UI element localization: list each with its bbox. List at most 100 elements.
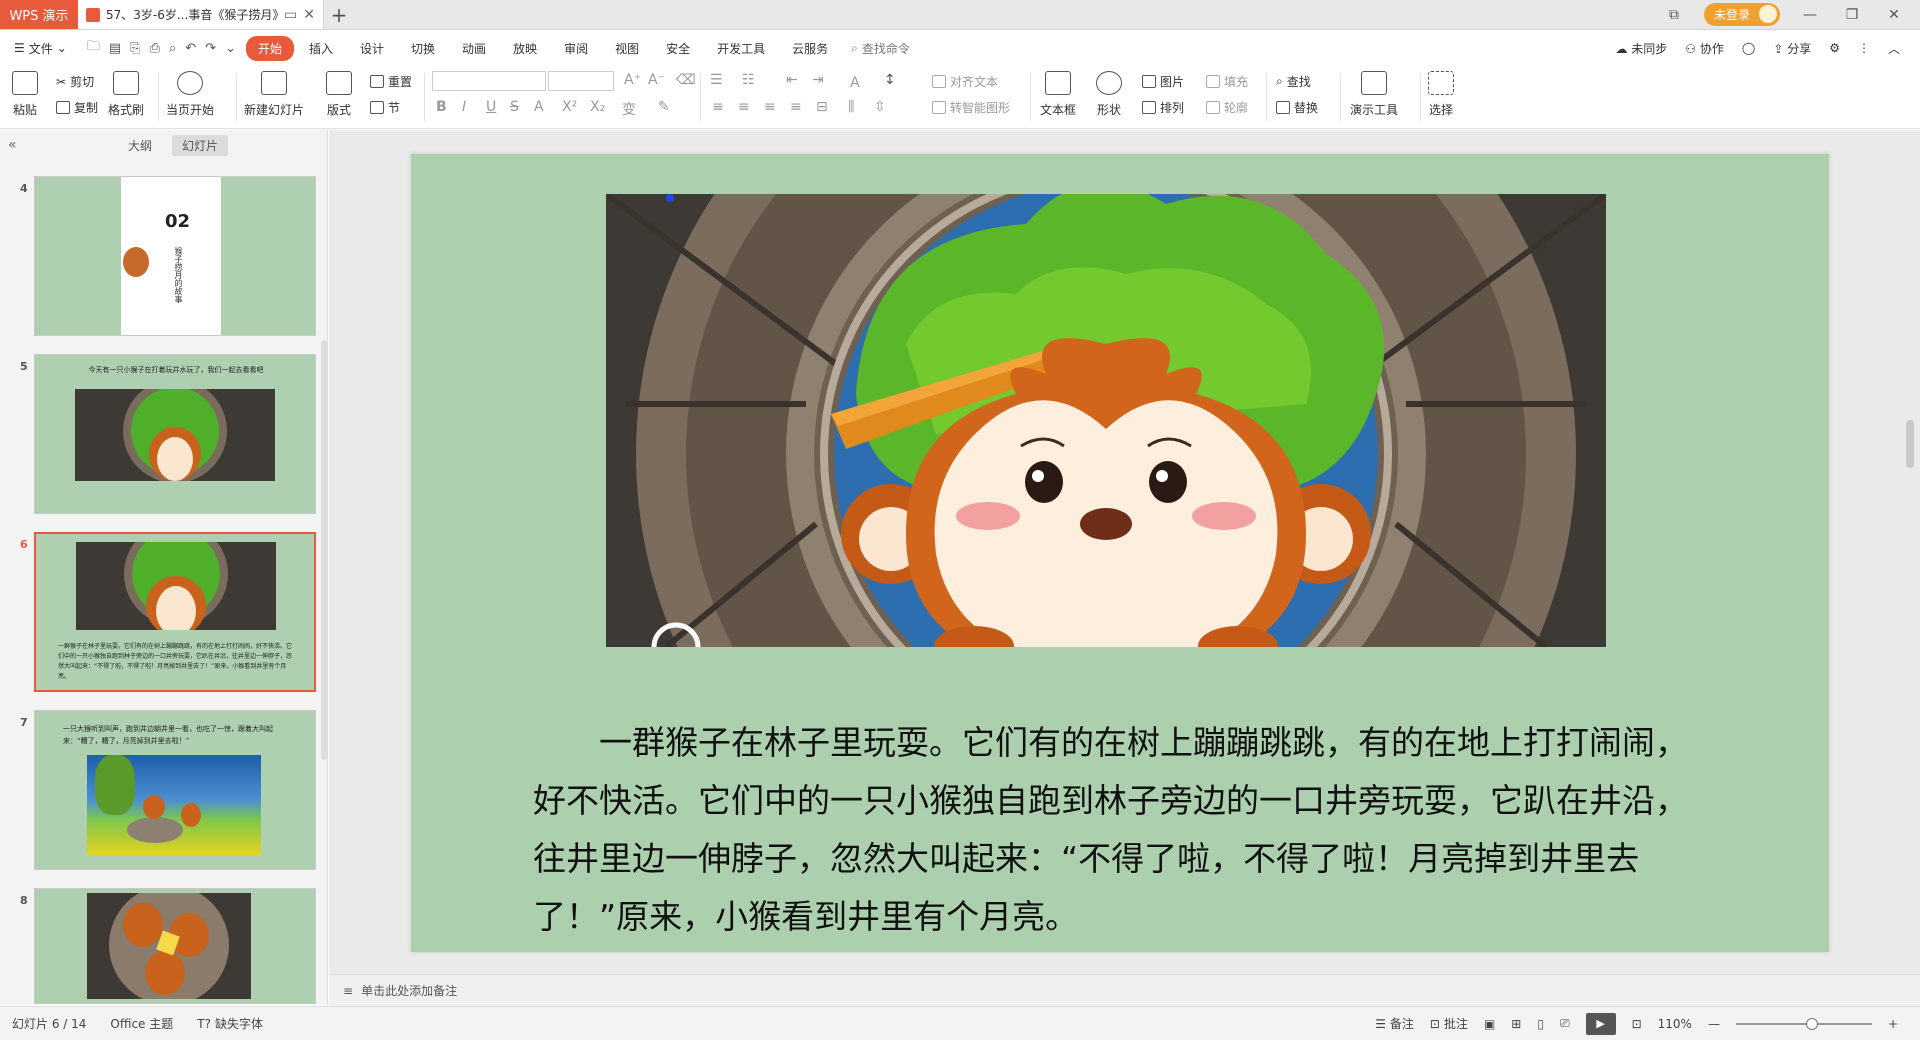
tab-2[interactable]: 设计	[348, 36, 396, 61]
more-icon[interactable]: ⋮	[1858, 41, 1870, 55]
new-slide-button[interactable]: 新建幻灯片	[244, 71, 304, 118]
text-direction-icon[interactable]: Ａ	[848, 72, 862, 92]
find-button[interactable]: ⌕ 查找	[1276, 73, 1311, 90]
font-color-icon[interactable]: A	[534, 99, 544, 115]
comment-icon[interactable]: ◯	[1742, 41, 1755, 55]
align-text-button[interactable]: 对齐文本	[932, 73, 998, 90]
highlight-icon[interactable]: ✎	[658, 99, 670, 115]
missing-font-button[interactable]: T? 缺失字体	[197, 1015, 263, 1032]
justify-icon[interactable]: ≡	[790, 99, 802, 115]
fill-button[interactable]: 填充	[1206, 73, 1248, 90]
tab-8[interactable]: 安全	[654, 36, 702, 61]
replace-button[interactable]: 替换	[1276, 99, 1318, 116]
strikethrough-icon[interactable]: S	[510, 99, 519, 115]
command-search[interactable]: ⌕ 查找命令	[851, 40, 910, 57]
slide-body-text[interactable]: 一群猴子在林子里玩耍。它们有的在树上蹦蹦跳跳，有的在地上打打闹闹，好不快活。它们…	[533, 714, 1703, 946]
tab-7[interactable]: 视图	[603, 36, 651, 61]
minimize-button[interactable]: —	[1798, 7, 1822, 23]
export-icon[interactable]: ⎘	[130, 41, 140, 56]
increase-indent-icon[interactable]: ⇥	[812, 72, 824, 88]
tab-1[interactable]: 插入	[297, 36, 345, 61]
document-tab[interactable]: 57、3岁-6岁...事音《猴子捞月》 ▭ ✕	[78, 0, 324, 29]
tab-4[interactable]: 动画	[450, 36, 498, 61]
open-icon[interactable]: 🗀	[87, 37, 100, 59]
section-button[interactable]: 节	[370, 99, 400, 116]
tab-6[interactable]: 审阅	[552, 36, 600, 61]
align-right-icon[interactable]: ≡	[764, 99, 776, 115]
tab-3[interactable]: 切换	[399, 36, 447, 61]
select-button[interactable]: 选择	[1428, 71, 1454, 118]
zoom-level[interactable]: 110%	[1658, 1017, 1692, 1031]
restore-button[interactable]: ❐	[1840, 7, 1864, 23]
presenter-icon[interactable]: ⎚	[1560, 1016, 1570, 1031]
textbox-button[interactable]: 文本框	[1040, 71, 1076, 118]
font-size-select[interactable]	[548, 71, 614, 91]
close-window-button[interactable]: ✕	[1882, 7, 1906, 23]
present-tools-button[interactable]: 演示工具	[1350, 71, 1398, 118]
collaborate-button[interactable]: ⚇ 协作	[1685, 40, 1724, 57]
format-painter-button[interactable]: 格式刷	[108, 71, 144, 118]
collapse-panel-icon[interactable]: «	[8, 137, 108, 153]
settings-icon[interactable]: ⚙	[1829, 41, 1840, 55]
superscript-icon[interactable]: X²	[562, 99, 577, 115]
tab-10[interactable]: 云服务	[780, 36, 840, 61]
slide-canvas[interactable]: 一群猴子在林子里玩耍。它们有的在树上蹦蹦跳跳，有的在地上打打闹闹，好不快活。它们…	[411, 154, 1829, 952]
file-menu[interactable]: ☰ 文件 ⌄	[12, 40, 77, 57]
play-slideshow-button[interactable]: ▶	[1585, 1012, 1616, 1035]
zoom-slider-knob[interactable]	[1805, 1017, 1818, 1030]
slide-sorter-icon[interactable]: ⊞	[1511, 1017, 1521, 1031]
font-name-select[interactable]	[432, 71, 546, 91]
cut-button[interactable]: ✂ 剪切	[56, 73, 94, 90]
copy-button[interactable]: 复制	[56, 99, 98, 116]
picture-button[interactable]: 图片	[1142, 73, 1184, 90]
redo-icon[interactable]: ↷	[205, 41, 216, 56]
bold-icon[interactable]: B	[436, 99, 447, 115]
tab-slides[interactable]: 幻灯片	[172, 134, 229, 156]
reading-view-icon[interactable]: ▯	[1537, 1017, 1544, 1031]
subscript-icon[interactable]: X₂	[590, 99, 605, 115]
panel-scrollbar[interactable]	[321, 340, 327, 760]
preview-icon[interactable]: ⌕	[169, 41, 176, 56]
outline-button[interactable]: 轮廓	[1206, 99, 1248, 116]
numbering-icon[interactable]: ☷	[742, 72, 755, 88]
tab-outline[interactable]: 大纲	[118, 135, 162, 156]
paragraph-spacing-icon[interactable]: ⇳	[874, 99, 886, 115]
tab-0[interactable]: 开始	[245, 35, 294, 61]
editor-scrollbar[interactable]	[1906, 420, 1914, 468]
zoom-slider[interactable]	[1735, 1017, 1872, 1030]
login-button[interactable]: 未登录	[1703, 3, 1780, 26]
distribute-icon[interactable]: ⊟	[816, 99, 828, 115]
notes-pane[interactable]: ≡ 单击此处添加备注	[329, 974, 1920, 1006]
print-icon[interactable]: ⎙	[150, 41, 160, 56]
undo-icon[interactable]: ↶	[185, 41, 196, 56]
phonetic-icon[interactable]: 变	[622, 99, 636, 119]
paste-button[interactable]: 粘贴	[12, 71, 38, 118]
theme-name[interactable]: Office 主题	[110, 1015, 173, 1032]
reset-button[interactable]: 重置	[370, 73, 412, 90]
align-left-icon[interactable]: ≡	[712, 99, 724, 115]
sync-status[interactable]: ☁ 未同步	[1615, 40, 1667, 57]
smart-graphic-button[interactable]: 转智能图形	[932, 99, 1010, 116]
monkey-in-well-image[interactable]	[606, 194, 1606, 647]
underline-icon[interactable]: U	[486, 99, 496, 115]
pin-icon[interactable]: ▭	[284, 7, 297, 23]
save-icon[interactable]: ▤	[109, 41, 121, 56]
zoom-out-icon[interactable]: —	[1708, 1017, 1720, 1031]
italic-icon[interactable]: I	[462, 99, 466, 115]
layout-button[interactable]: 版式	[326, 71, 352, 118]
notes-toggle-button[interactable]: ☰ 备注	[1375, 1015, 1414, 1032]
shrink-font-icon[interactable]: A⁻	[648, 72, 665, 88]
clear-format-icon[interactable]: ⌫	[676, 72, 696, 88]
customize-icon[interactable]: ⌄	[225, 41, 236, 56]
tab-5[interactable]: 放映	[501, 36, 549, 61]
close-tab-icon[interactable]: ✕	[303, 7, 315, 23]
comments-button[interactable]: ⊡ 批注	[1430, 1015, 1468, 1032]
columns-icon[interactable]: ⫼	[848, 99, 854, 115]
decrease-indent-icon[interactable]: ⇤	[786, 72, 798, 88]
zoom-in-icon[interactable]: +	[1888, 1017, 1898, 1031]
align-center-icon[interactable]: ≡	[738, 99, 750, 115]
arrange-button[interactable]: 排列	[1142, 99, 1184, 116]
layout-icon[interactable]: ⧉	[1662, 7, 1686, 23]
collapse-ribbon-icon[interactable]: ︿	[1888, 40, 1900, 57]
bullets-icon[interactable]: ☰	[710, 72, 723, 88]
